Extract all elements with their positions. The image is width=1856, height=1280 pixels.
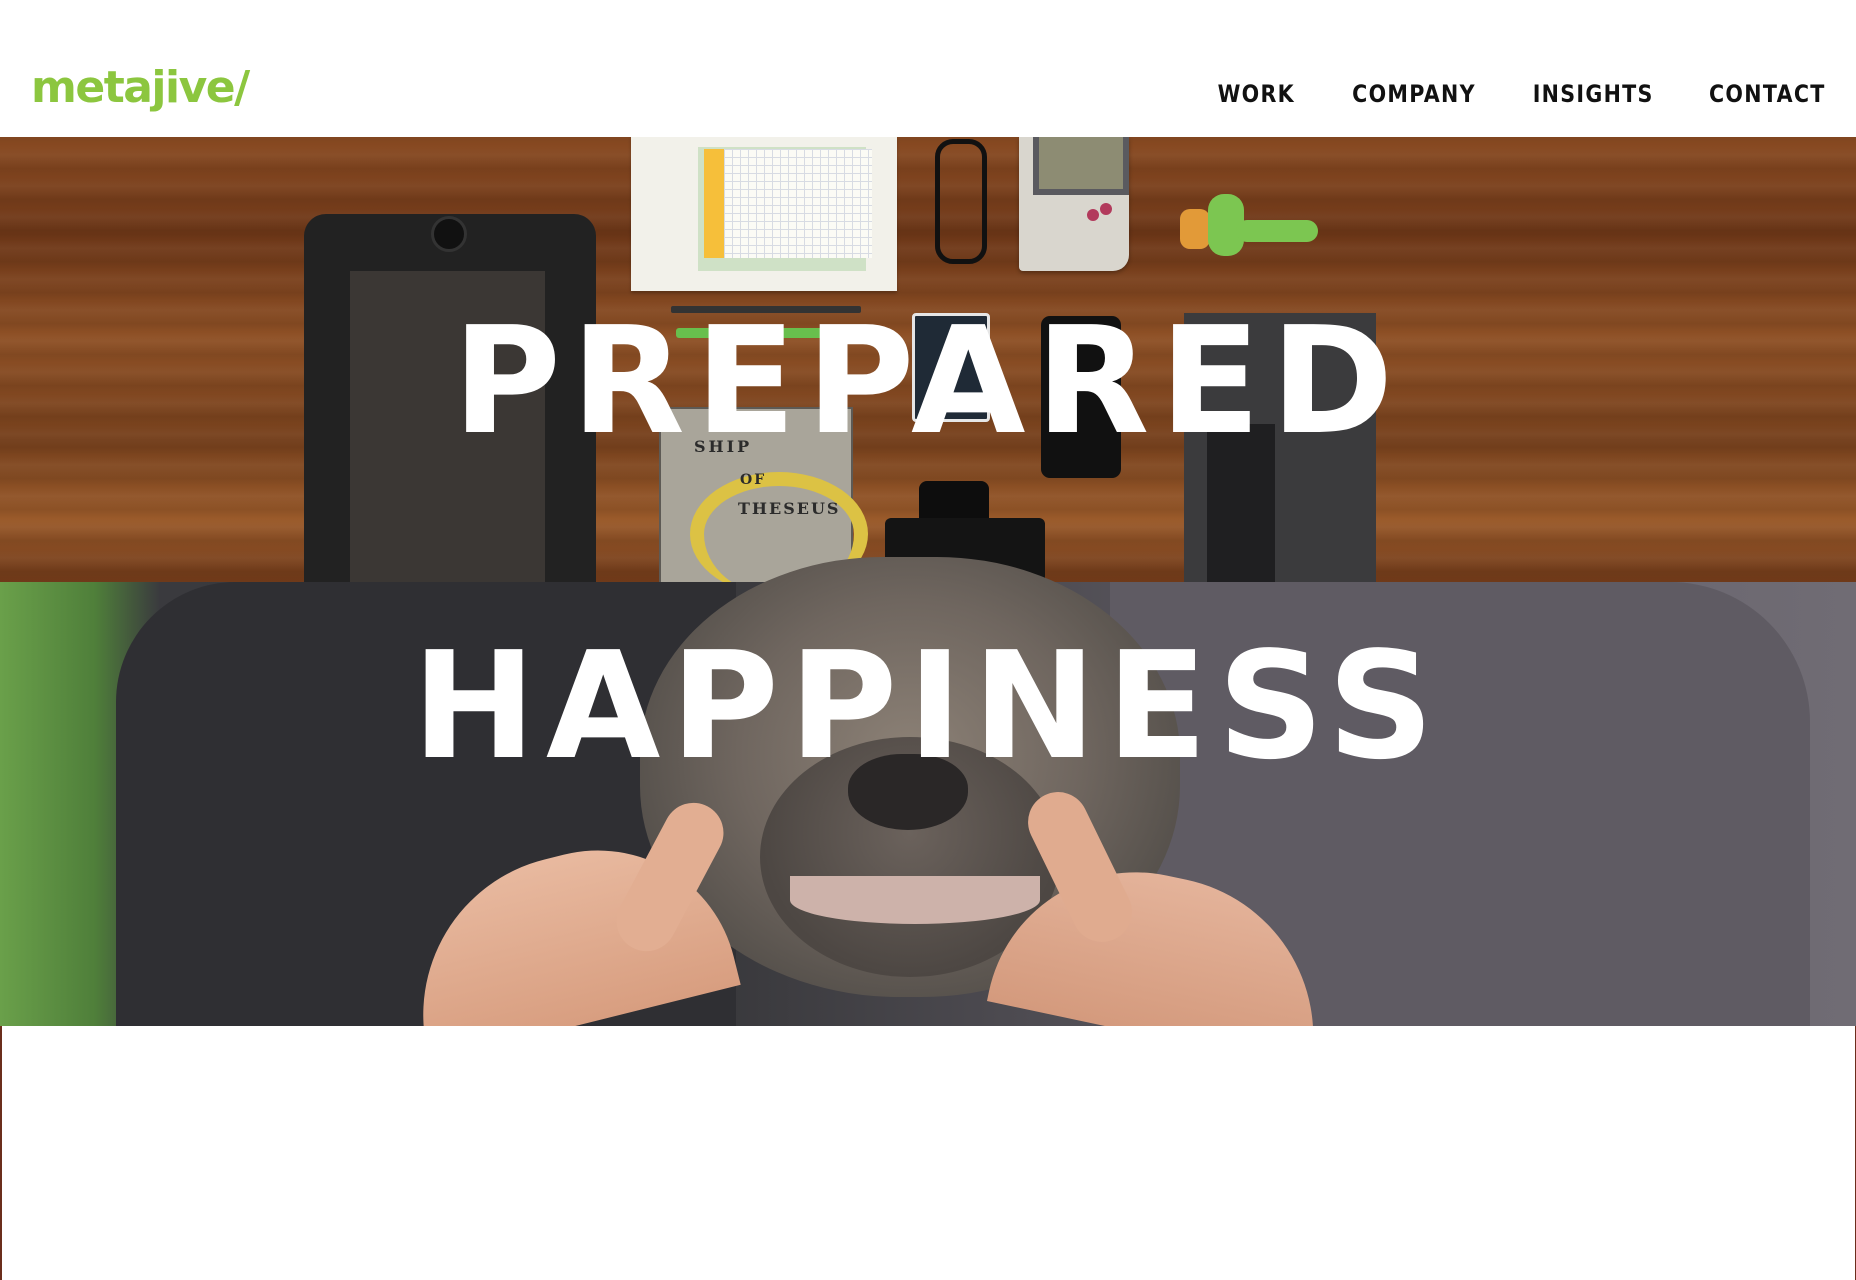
hero-banner: SHIP OF THESEUS PREPARED HAPPINESS xyxy=(0,137,1856,1026)
nav-item-company[interactable]: COMPANY xyxy=(1352,82,1476,106)
dog-smile xyxy=(790,876,1040,924)
hero-headline-line1: PREPARED xyxy=(452,295,1404,467)
nav-item-contact[interactable]: CONTACT xyxy=(1709,82,1826,106)
book-title-line2: OF xyxy=(740,472,767,488)
cactus-pot xyxy=(1180,209,1210,249)
main-nav: WORK COMPANY INSIGHTS CONTACT xyxy=(1205,82,1826,106)
book-title-line3: THESEUS xyxy=(738,499,841,518)
hero-headline-line2: HAPPINESS xyxy=(412,620,1444,792)
nav-item-insights[interactable]: INSIGHTS xyxy=(1532,82,1653,106)
tablet-dial xyxy=(431,216,467,252)
gameboy-screen xyxy=(1033,137,1129,195)
gameboy-button-a xyxy=(1100,203,1112,215)
cactus-arm xyxy=(1236,220,1318,242)
nav-item-work[interactable]: WORK xyxy=(1217,82,1294,106)
gameboy-button-b xyxy=(1087,209,1099,221)
metajive-logo[interactable]: metajive/ xyxy=(31,66,250,110)
grid-notepad xyxy=(704,149,872,258)
site-header: metajive/ WORK COMPANY INSIGHTS CONTACT xyxy=(0,0,1856,137)
eyeglasses xyxy=(935,139,987,264)
